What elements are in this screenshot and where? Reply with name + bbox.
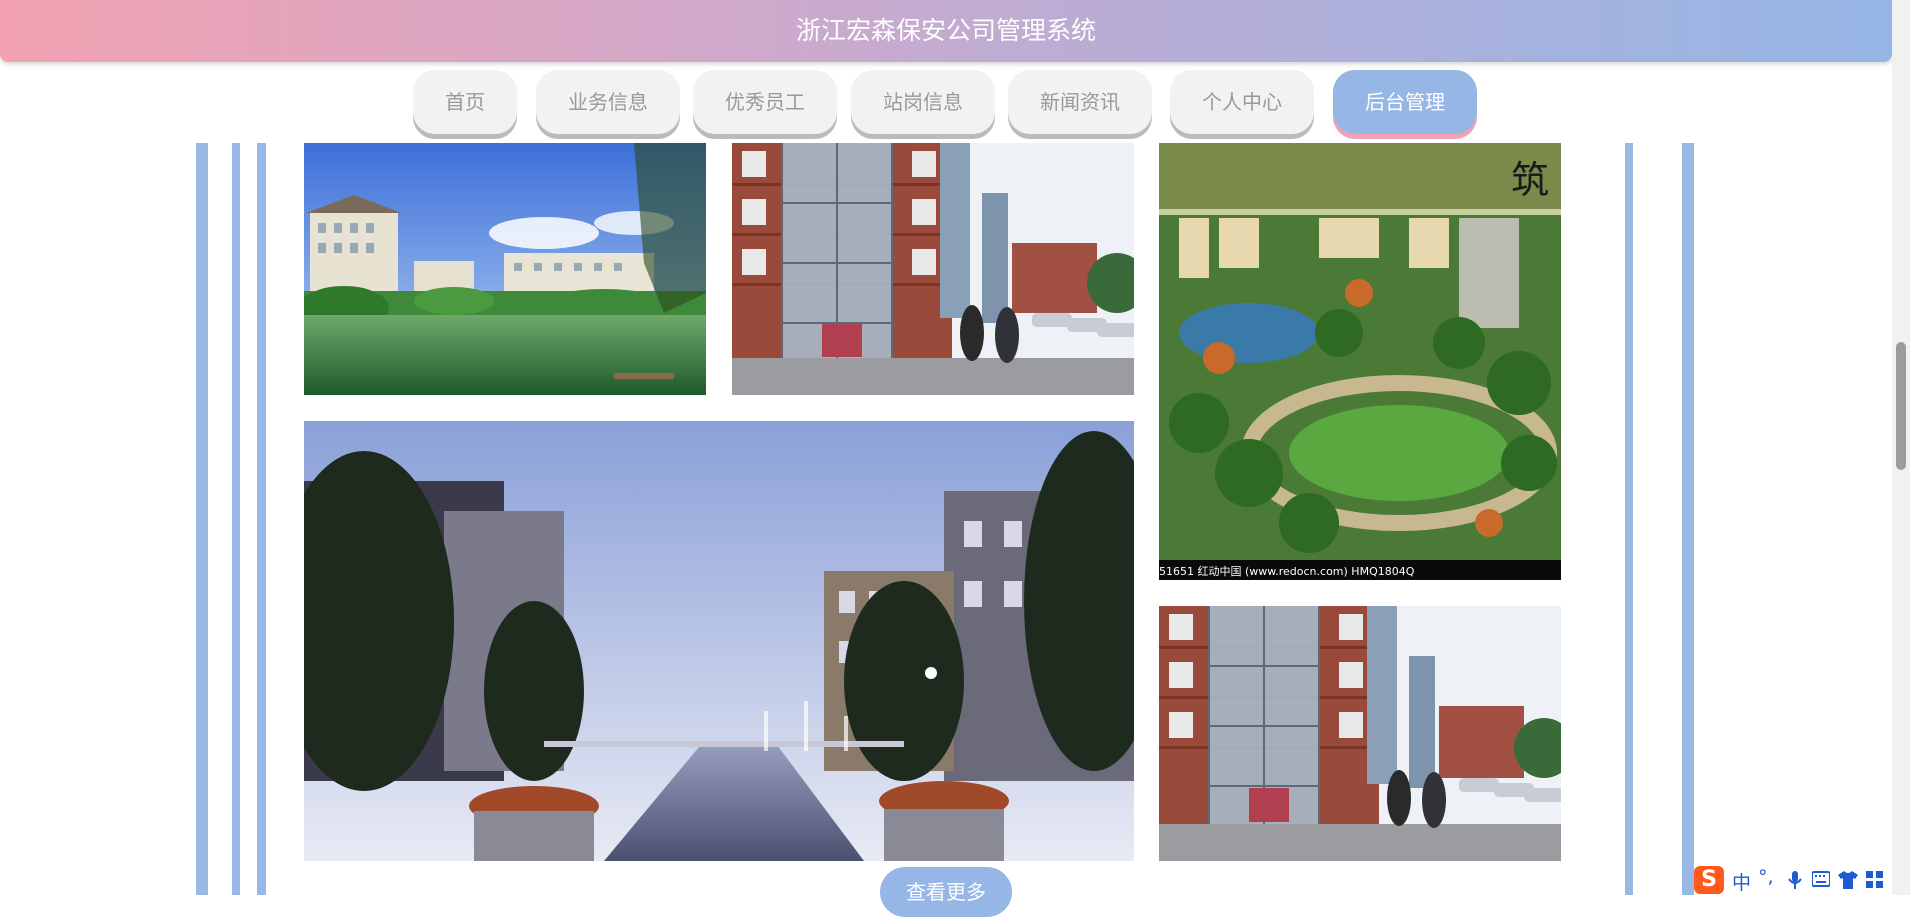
courtyard-fountain-image	[304, 421, 1134, 861]
photo-caption: 51651 红动中国 (www.redocn.com) HMQ1804Q	[1159, 565, 1415, 578]
right-stripe-inner	[1625, 143, 1633, 895]
ime-mode-toggle[interactable]: 中	[1732, 868, 1751, 895]
svg-text:筑: 筑	[1511, 158, 1549, 202]
left-stripe-outer	[196, 143, 208, 895]
gallery-photo-3[interactable]: 筑 51651 红动中国 (www.redocn.com) HMQ1804Q	[1159, 143, 1561, 580]
page-scrollbar[interactable]	[1892, 0, 1910, 895]
skin-shirt-icon[interactable]	[1838, 871, 1858, 889]
nav-home[interactable]: 首页	[413, 70, 517, 134]
elevator-building-image-2	[1159, 606, 1561, 861]
right-stripe-outer	[1682, 143, 1694, 895]
gallery-photo-1[interactable]	[304, 143, 706, 395]
nav-news[interactable]: 新闻资讯	[1008, 70, 1152, 134]
microphone-icon[interactable]	[1788, 871, 1802, 889]
elevator-building-image	[732, 143, 1134, 395]
sogou-logo-icon[interactable]: S	[1694, 866, 1724, 894]
gallery-photo-4[interactable]	[304, 421, 1134, 861]
site-title: 浙江宏森保安公司管理系统	[795, 16, 1096, 45]
keyboard-icon[interactable]	[1812, 871, 1830, 887]
gallery-photo-5[interactable]	[1159, 606, 1561, 861]
main-nav: 首页 业务信息 优秀员工 站岗信息 新闻资讯 个人中心 后台管理	[0, 70, 1892, 140]
toolbox-grid-icon[interactable]	[1866, 871, 1884, 889]
view-more-button[interactable]: 查看更多	[880, 867, 1012, 917]
left-stripe-middle	[232, 143, 240, 895]
nav-business-info[interactable]: 业务信息	[536, 70, 680, 134]
garden-plaza-image: 筑 51651 红动中国 (www.redocn.com) HMQ1804Q	[1159, 143, 1561, 580]
nav-outstanding-staff[interactable]: 优秀员工	[693, 70, 837, 134]
nav-personal-center[interactable]: 个人中心	[1170, 70, 1314, 134]
nav-guard-post-info[interactable]: 站岗信息	[851, 70, 995, 134]
gallery-photo-2[interactable]	[732, 143, 1134, 395]
ime-toolbar: S 中 °,	[1692, 864, 1892, 895]
nav-admin[interactable]: 后台管理	[1333, 70, 1477, 134]
left-stripe-inner	[257, 143, 266, 895]
lakeside-buildings-image	[304, 143, 706, 395]
scrollbar-thumb[interactable]	[1896, 342, 1906, 470]
header-bar: 浙江宏森保安公司管理系统	[0, 0, 1892, 62]
ime-punctuation-toggle[interactable]: °,	[1758, 866, 1774, 888]
